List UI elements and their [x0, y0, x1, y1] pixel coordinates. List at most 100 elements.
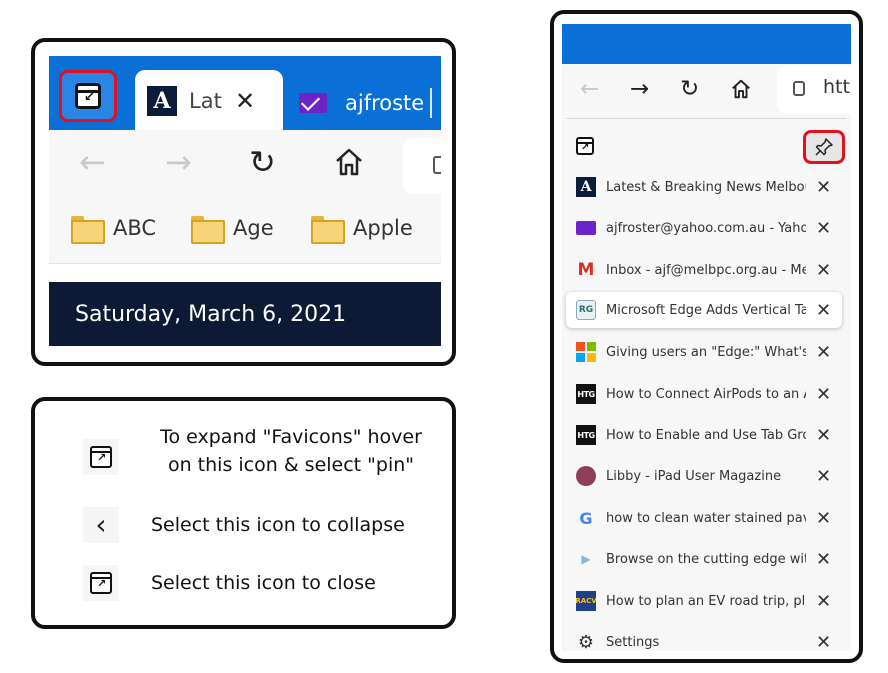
- favorites-bar: ABC Age Apple: [49, 202, 441, 264]
- close-icon[interactable]: ✕: [816, 425, 831, 446]
- pin-icon: [815, 138, 833, 156]
- vertical-tab-item[interactable]: G how to clean water stained paver ✕: [562, 500, 851, 536]
- folder-icon: [311, 216, 345, 244]
- yahoo-mail-icon: [576, 221, 596, 235]
- close-icon[interactable]: ✕: [235, 87, 255, 115]
- bookmark-label: ABC: [113, 216, 157, 240]
- lock-icon: [433, 156, 441, 174]
- vertical-tab-title: Inbox - ajf@melbpc.org.au - Mel: [606, 262, 806, 278]
- back-arrow-icon[interactable]: ←: [580, 74, 599, 104]
- address-bar[interactable]: http: [777, 66, 851, 114]
- navigation-toolbar: ← → ↻ http: [562, 64, 851, 118]
- close-icon[interactable]: ✕: [816, 300, 831, 321]
- the-age-icon: A: [147, 86, 177, 116]
- home-icon[interactable]: [730, 74, 752, 108]
- vertical-tabs-icon[interactable]: [576, 137, 594, 155]
- forward-arrow-icon[interactable]: →: [630, 74, 649, 104]
- refresh-icon[interactable]: ↻: [249, 142, 276, 182]
- pin-pane-button[interactable]: [803, 130, 845, 164]
- vertical-tab-item[interactable]: M Inbox - ajf@melbpc.org.au - Mel ✕: [562, 252, 851, 288]
- vertical-tab-item[interactable]: A Latest & Breaking News Melbourne ✕: [562, 169, 851, 205]
- back-arrow-icon[interactable]: ←: [79, 142, 106, 182]
- vertical-tab-item[interactable]: ▶ Browse on the cutting edge with ✕: [562, 541, 851, 577]
- settings-label: Settings: [606, 634, 660, 650]
- date-text: Saturday, March 6, 2021: [75, 302, 347, 327]
- address-bar[interactable]: [403, 138, 441, 194]
- forward-arrow-icon[interactable]: →: [165, 142, 192, 182]
- bookmark-folder-age[interactable]: Age: [191, 216, 274, 244]
- vertical-tab-title: How to plan an EV road trip, plus: [606, 593, 806, 609]
- bookmark-label: Apple: [353, 216, 413, 240]
- bookmark-label: Age: [233, 216, 274, 240]
- vertical-tabs-panel: ← → ↻ http A Latest: [550, 10, 863, 663]
- folder-icon: [191, 216, 225, 244]
- tab-yahoo-mail[interactable]: ajfroste: [299, 86, 433, 120]
- close-icon[interactable]: ✕: [816, 218, 831, 239]
- instruction-icon: [83, 565, 119, 601]
- vertical-tab-item[interactable]: Giving users an "Edge:" What's ne ✕: [562, 334, 851, 370]
- vertical-tabs-icon: [90, 446, 112, 468]
- lock-icon: [793, 81, 805, 96]
- navigation-toolbar: ← → ↻: [49, 130, 441, 202]
- close-icon[interactable]: ✕: [816, 342, 831, 363]
- rg-icon: RG: [576, 300, 596, 320]
- vertical-tab-item-hovered[interactable]: RG Microsoft Edge Adds Vertical Tab ✕: [566, 292, 842, 328]
- address-text: http: [823, 76, 851, 98]
- tab-active[interactable]: A Lat ✕: [135, 70, 283, 132]
- close-icon[interactable]: ✕: [816, 466, 831, 487]
- tab-strip: A Lat ✕ ajfroste: [49, 56, 441, 132]
- close-icon[interactable]: ✕: [816, 260, 831, 281]
- vertical-tab-title: Giving users an "Edge:" What's ne: [606, 344, 806, 360]
- browser-crop-panel: A Lat ✕ ajfroste ← → ↻: [31, 38, 456, 366]
- libby-icon: [576, 466, 596, 486]
- close-icon[interactable]: ✕: [816, 549, 831, 570]
- vertical-tabs-window: ← → ↻ http A Latest: [562, 24, 851, 651]
- the-age-icon: A: [576, 177, 596, 197]
- close-icon[interactable]: ✕: [816, 508, 831, 529]
- tab-separator: [430, 88, 433, 118]
- close-icon[interactable]: ✕: [816, 384, 831, 405]
- close-icon[interactable]: ✕: [816, 591, 831, 612]
- tab-title: ajfroste: [345, 91, 425, 115]
- instruction-text: To expand "Favicons" hover on this icon …: [160, 426, 422, 476]
- chevron-left-icon: ‹: [95, 508, 107, 541]
- vertical-tab-item[interactable]: HTG How to Connect AirPods to an Ap ✕: [562, 376, 851, 412]
- bookmark-folder-abc[interactable]: ABC: [71, 216, 157, 244]
- vertical-tab-item[interactable]: Libby - iPad User Magazine ✕: [562, 458, 851, 494]
- settings-item[interactable]: ⚙ Settings ✕: [562, 624, 851, 652]
- vertical-tab-title: How to Enable and Use Tab Grou: [606, 427, 806, 443]
- vertical-tab-title: How to Connect AirPods to an Ap: [606, 386, 806, 402]
- vertical-tab-title: how to clean water stained paver: [606, 510, 806, 526]
- racv-icon: RACV: [575, 591, 597, 611]
- vertical-tabs-icon: [90, 572, 112, 594]
- folder-icon: [71, 216, 105, 244]
- refresh-icon[interactable]: ↻: [680, 74, 699, 104]
- vertical-tabs-button[interactable]: [59, 70, 117, 122]
- video-icon: ▶: [581, 552, 591, 566]
- instruction-text: Select this icon to collapse: [151, 514, 405, 536]
- browser-crop: A Lat ✕ ajfroste ← → ↻: [49, 56, 441, 346]
- close-icon[interactable]: ✕: [816, 177, 831, 198]
- vertical-tab-title: Browse on the cutting edge with: [606, 551, 806, 567]
- vertical-tabs-header: [562, 128, 851, 168]
- yahoo-mail-icon: [299, 93, 327, 113]
- date-banner: Saturday, March 6, 2021: [49, 282, 441, 346]
- instruction-icon: ‹: [83, 507, 119, 543]
- divider: [566, 118, 847, 119]
- tab-title: Lat: [189, 89, 222, 113]
- instructions-panel: To expand "Favicons" hover on this icon …: [31, 397, 456, 629]
- vertical-tab-title: Microsoft Edge Adds Vertical Tab: [606, 302, 806, 318]
- vertical-tab-item[interactable]: RACV How to plan an EV road trip, plus ✕: [562, 583, 851, 619]
- gmail-icon: M: [577, 260, 595, 280]
- bookmark-folder-apple[interactable]: Apple: [311, 216, 413, 244]
- htg-icon: HTG: [576, 425, 596, 445]
- title-bar: [562, 24, 851, 64]
- microsoft-icon: [576, 342, 596, 362]
- gear-icon: ⚙: [577, 631, 595, 652]
- content-gap: [49, 265, 441, 282]
- close-icon[interactable]: ✕: [816, 632, 831, 652]
- home-icon[interactable]: [333, 142, 365, 187]
- instruction-icon: [83, 439, 119, 475]
- vertical-tab-item[interactable]: HTG How to Enable and Use Tab Grou ✕: [562, 417, 851, 453]
- vertical-tab-item[interactable]: ajfroster@yahoo.com.au - Yahoo ✕: [562, 210, 851, 246]
